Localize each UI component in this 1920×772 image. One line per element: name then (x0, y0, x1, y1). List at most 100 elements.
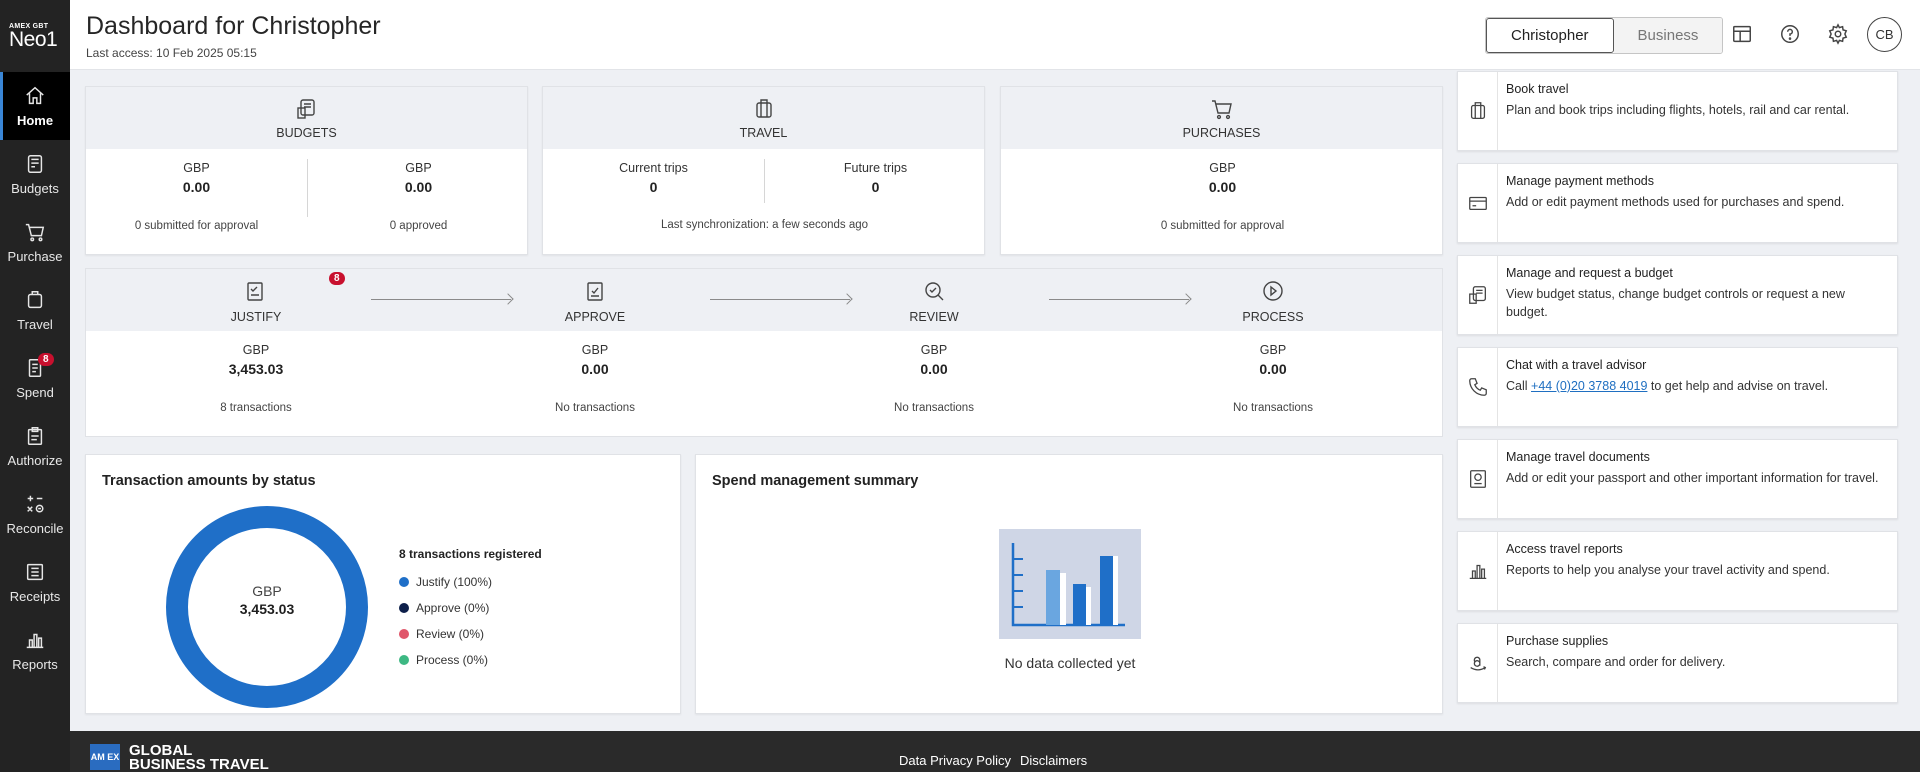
current-trips-label: Current trips (619, 161, 688, 175)
toggle-business-button[interactable]: Business (1613, 18, 1723, 53)
approve-icon (587, 282, 603, 301)
action-chat-travel-advisor[interactable]: Chat with a travel advisor Call +44 (0)2… (1457, 347, 1898, 427)
review-amount: 0.00 (920, 361, 948, 377)
sidebar-item-label: Reports (12, 656, 58, 672)
stage-label: APPROVE (564, 310, 626, 324)
legend-item-process[interactable]: Process (0%) (399, 647, 542, 673)
action-title: Chat with a travel advisor (1506, 358, 1647, 372)
workflow-header: 8 JUSTIFY APPROVE REVIEW PROCESS (86, 269, 1442, 331)
action-title: Purchase supplies (1506, 634, 1609, 648)
action-manage-travel-documents[interactable]: Manage travel documents Add or edit your… (1457, 439, 1898, 519)
budgets-icon (296, 98, 315, 119)
budgets-card-header: BUDGETS (86, 87, 527, 149)
suitcase-icon (27, 290, 43, 308)
action-desc: Add or edit payment methods used for pur… (1506, 195, 1845, 209)
action-book-travel[interactable]: Book travel Plan and book trips includin… (1457, 71, 1898, 151)
sidebar-item-spend[interactable]: 8 Spend (0, 344, 70, 412)
disclaimers-link[interactable]: Disclaimers (1020, 753, 1087, 768)
avatar[interactable]: CB (1867, 17, 1902, 52)
sidebar-item-budgets[interactable]: Budgets (0, 140, 70, 208)
current-trips-value: 0 (649, 179, 658, 195)
cart-icon (25, 223, 45, 241)
action-title: Manage payment methods (1506, 174, 1655, 188)
empty-chart-illustration (999, 529, 1141, 639)
travel-sync-text: Last synchronization: a few seconds ago (660, 219, 869, 231)
receipts-icon (26, 563, 44, 580)
purchases-card[interactable]: PURCHASES GBP 0.00 0 submitted for appro… (1000, 86, 1443, 255)
legend-swatch (399, 655, 409, 665)
action-manage-payment-methods[interactable]: Manage payment methods Add or edit payme… (1457, 163, 1898, 243)
status-chart-panel: Transaction amounts by status GBP 3,453.… (85, 454, 681, 714)
review-icon (925, 282, 944, 301)
legend-item-justify[interactable]: Justify (100%) (399, 569, 542, 595)
brand-logo[interactable]: AMEX GBT Neo1 (0, 0, 70, 72)
review-note: No transactions (894, 402, 974, 414)
advisor-phone-link[interactable]: +44 (0)20 3788 4019 (1531, 379, 1647, 393)
sidebar-item-reconcile[interactable]: Reconcile (0, 480, 70, 548)
sidebar-item-purchase[interactable]: Purchase (0, 208, 70, 276)
spend-summary-empty-text: No data collected yet (1004, 655, 1136, 671)
action-manage-budget[interactable]: Manage and request a budget View budget … (1457, 255, 1898, 335)
process-currency: GBP (1259, 343, 1287, 357)
action-access-travel-reports[interactable]: Access travel reports Reports to help yo… (1457, 531, 1898, 611)
sidebar-item-label: Spend (16, 384, 54, 400)
budgets-left-note: 0 submitted for approval (134, 220, 259, 232)
status-chart-title: Transaction amounts by status (102, 473, 316, 489)
justify-amount: 3,453.03 (228, 361, 284, 377)
action-desc: Add or edit your passport and other impo… (1506, 471, 1879, 485)
sidebar: AMEX GBT Neo1 Home Budgets Purchase Trav… (0, 0, 70, 772)
layout-icon[interactable] (1728, 20, 1756, 48)
stage-process[interactable]: PROCESS (1173, 269, 1373, 324)
stage-approve[interactable]: APPROVE (495, 269, 695, 324)
budgets-icon (27, 154, 43, 173)
sidebar-item-home[interactable]: Home (0, 72, 70, 140)
home-icon (26, 86, 44, 104)
stage-review[interactable]: REVIEW (834, 269, 1034, 324)
purchases-note: 0 submitted for approval (1160, 220, 1285, 232)
sidebar-item-label: Budgets (11, 180, 59, 196)
purchases-currency: GBP (1209, 161, 1236, 175)
sidebar-item-authorize[interactable]: Authorize (0, 412, 70, 480)
legend-item-review[interactable]: Review (0%) (399, 621, 542, 647)
future-trips-label: Future trips (843, 161, 908, 175)
sidebar-item-reports[interactable]: Reports (0, 616, 70, 684)
donut-center-amount: 3,453.03 (239, 601, 295, 617)
spend-summary-panel: Spend management summary No data collect… (695, 454, 1443, 714)
action-purchase-supplies[interactable]: Purchase supplies Search, compare and or… (1457, 623, 1898, 703)
sidebar-item-travel[interactable]: Travel (0, 276, 70, 344)
sidebar-item-receipts[interactable]: Receipts (0, 548, 70, 616)
luggage-icon (1458, 72, 1498, 150)
process-values: GBP 0.00 No transactions (1173, 331, 1373, 414)
calculator-icon (27, 495, 44, 513)
page-footer: AM EX GLOBAL BUSINESS TRAVEL Data Privac… (70, 731, 1920, 772)
purchases-card-header: PURCHASES (1001, 87, 1442, 149)
gear-icon[interactable] (1824, 20, 1852, 48)
legend-item-approve[interactable]: Approve (0%) (399, 595, 542, 621)
budgets-left-currency: GBP (183, 161, 210, 175)
process-icon (1263, 281, 1283, 301)
legend-label: Review (0%) (416, 627, 485, 641)
stage-label: PROCESS (1242, 310, 1304, 324)
budgets-left-amount: 0.00 (182, 179, 211, 195)
budgets-right-note: 0 approved (389, 220, 448, 232)
stage-justify[interactable]: 8 JUSTIFY (156, 269, 356, 324)
flow-arrow (1049, 299, 1189, 300)
travel-card[interactable]: TRAVEL Current trips 0 Future trips 0 La… (542, 86, 985, 255)
spend-summary-title: Spend management summary (712, 473, 919, 489)
toggle-personal-button[interactable]: Christopher (1486, 18, 1614, 53)
data-privacy-policy-link[interactable]: Data Privacy Policy (899, 753, 1011, 768)
approve-note: No transactions (555, 402, 635, 414)
budgets-right-currency: GBP (405, 161, 432, 175)
action-desc: Search, compare and order for delivery. (1506, 655, 1726, 669)
justify-note: 8 transactions (220, 402, 292, 414)
process-amount: 0.00 (1259, 361, 1287, 377)
budgets-right-amount: 0.00 (404, 179, 433, 195)
help-icon[interactable] (1776, 20, 1804, 48)
budgets-card[interactable]: BUDGETS GBP 0.00 0 submitted for approva… (85, 86, 528, 255)
process-note: No transactions (1233, 402, 1313, 414)
action-desc: Call +44 (0)20 3788 4019 to get help and… (1506, 377, 1881, 395)
last-access-text: Last access: 10 Feb 2025 05:15 (86, 46, 257, 60)
page-title: Dashboard for Christopher (86, 12, 381, 40)
brand-big-text: Neo1 (9, 27, 58, 51)
travel-card-title: TRAVEL (739, 125, 788, 140)
